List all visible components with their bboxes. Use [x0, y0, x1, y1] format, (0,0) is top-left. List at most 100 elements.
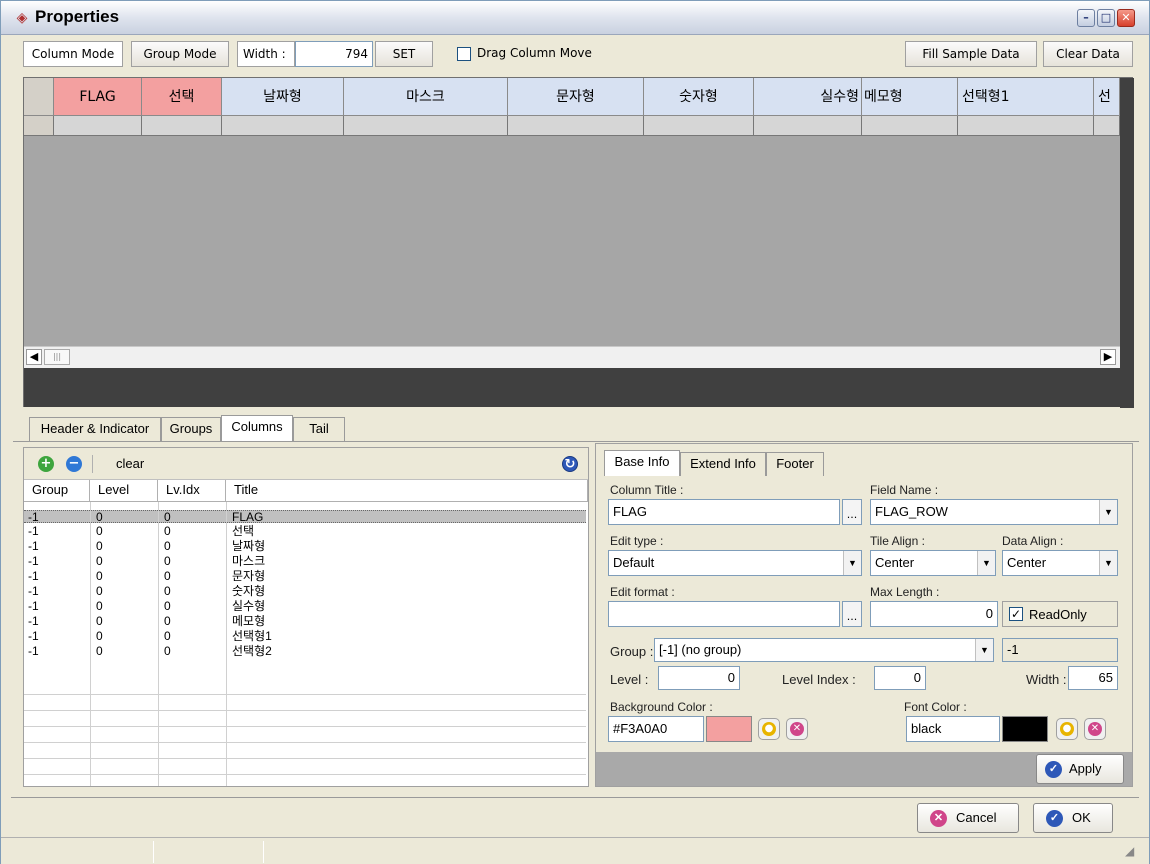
grid-header-number[interactable]: 숫자형	[644, 78, 754, 116]
grid-cell[interactable]	[344, 116, 508, 136]
refresh-icon[interactable]: ↻	[562, 456, 578, 472]
add-icon[interactable]: +	[38, 456, 54, 472]
group-mode-button[interactable]: Group Mode	[131, 41, 229, 67]
readonly-checkbox[interactable]: ✓	[1009, 607, 1023, 621]
grid-cell[interactable]	[754, 116, 862, 136]
set-button[interactable]: SET	[375, 41, 433, 67]
tab-extend-info[interactable]: Extend Info	[680, 452, 766, 476]
grid-cell[interactable]	[958, 116, 1094, 136]
col-header-group[interactable]: Group	[24, 480, 90, 502]
list-item[interactable]: -1 0 0 실수형	[24, 600, 586, 613]
background-color-pick-button[interactable]: ●	[758, 718, 780, 740]
list-item[interactable]: -1 0 0 날짜형	[24, 540, 586, 553]
cancel-button[interactable]: ✕ Cancel	[917, 803, 1019, 833]
col-header-level[interactable]: Level	[90, 480, 158, 502]
grid-cell[interactable]	[1094, 116, 1120, 136]
grid-cell[interactable]	[142, 116, 222, 136]
tab-header-indicator[interactable]: Header & Indicator	[29, 417, 161, 441]
column-mode-button[interactable]: Column Mode	[23, 41, 123, 67]
edit-format-input[interactable]	[608, 601, 840, 627]
tab-footer[interactable]: Footer	[766, 452, 824, 476]
readonly-box[interactable]: ✓ ReadOnly	[1002, 601, 1118, 627]
chevron-down-icon[interactable]: ▼	[843, 551, 861, 575]
column-title-browse-button[interactable]: ...	[842, 499, 862, 525]
background-color-clear-button[interactable]: ✕	[786, 718, 808, 740]
list-item[interactable]: -1 0 0 FLAG	[24, 510, 586, 524]
font-color-clear-button[interactable]: ✕	[1084, 718, 1106, 740]
cell-level: 0	[96, 614, 103, 628]
col-header-lvidx[interactable]: Lv.Idx	[158, 480, 226, 502]
level-input[interactable]: 0	[658, 666, 740, 690]
grid-cell[interactable]	[508, 116, 644, 136]
tab-groups[interactable]: Groups	[161, 417, 221, 441]
maximize-button[interactable]: □	[1097, 9, 1115, 27]
grid-header-string[interactable]: 문자형	[508, 78, 644, 116]
tab-tail[interactable]: Tail	[293, 417, 345, 441]
grid-header-select[interactable]: 선택	[142, 78, 222, 116]
grid-header-mask[interactable]: 마스크	[344, 78, 508, 116]
data-align-value: Center	[1007, 555, 1047, 570]
list-item[interactable]: -1 0 0 숫자형	[24, 585, 586, 598]
chevron-down-icon[interactable]: ▼	[975, 639, 993, 661]
grid-header-select2-partial[interactable]: 선	[1094, 78, 1120, 116]
drag-column-move-checkbox[interactable]	[457, 47, 471, 61]
edit-format-browse-button[interactable]: ...	[842, 601, 862, 627]
tile-align-select[interactable]: Center ▼	[870, 550, 996, 576]
background-color-input[interactable]: #F3A0A0	[608, 716, 704, 742]
ok-button[interactable]: ✓ OK	[1033, 803, 1113, 833]
cell-title: 날짜형	[232, 539, 266, 553]
fill-sample-data-button[interactable]: Fill Sample Data	[905, 41, 1037, 67]
font-color-swatch[interactable]	[1002, 716, 1048, 742]
clear-data-button[interactable]: Clear Data	[1043, 41, 1133, 67]
data-align-select[interactable]: Center ▼	[1002, 550, 1118, 576]
list-item[interactable]: -1 0 0 메모형	[24, 615, 586, 628]
scroll-right-icon[interactable]: ▶	[1100, 349, 1116, 365]
grid-header-float[interactable]: 실수형	[754, 78, 862, 116]
col-header-title[interactable]: Title	[226, 480, 588, 502]
width-input[interactable]: 794	[295, 41, 373, 67]
cell-title: 선택형2	[232, 644, 272, 658]
field-name-select[interactable]: FLAG_ROW ▼	[870, 499, 1118, 525]
list-item[interactable]: -1 0 0 문자형	[24, 570, 586, 583]
remove-icon[interactable]: −	[66, 456, 82, 472]
tab-columns[interactable]: Columns	[221, 415, 293, 441]
row-divider	[24, 742, 586, 743]
width-input[interactable]: 65	[1068, 666, 1118, 690]
list-item[interactable]: -1 0 0 선택	[24, 525, 586, 538]
list-item[interactable]: -1 0 0 선택형2	[24, 645, 586, 658]
chevron-down-icon[interactable]: ▼	[977, 551, 995, 575]
close-button[interactable]: ✕	[1117, 9, 1135, 27]
minimize-button[interactable]: –	[1077, 9, 1095, 27]
font-color-input[interactable]: black	[906, 716, 1000, 742]
edit-type-select[interactable]: Default ▼	[608, 550, 862, 576]
max-length-input[interactable]: 0	[870, 601, 998, 627]
scroll-left-icon[interactable]: ◀	[26, 349, 42, 365]
apply-label: Apply	[1069, 761, 1102, 776]
list-item[interactable]: -1 0 0 마스크	[24, 555, 586, 568]
level-index-input[interactable]: 0	[874, 666, 926, 690]
grid-row-indicator[interactable]	[24, 116, 54, 136]
font-color-pick-button[interactable]: ●	[1056, 718, 1078, 740]
grid-header-date[interactable]: 날짜형	[222, 78, 344, 116]
apply-button[interactable]: ✓ Apply	[1036, 754, 1124, 784]
grid-header-select1[interactable]: 선택형1	[958, 78, 1094, 116]
grid-cell[interactable]	[644, 116, 754, 136]
grid-header-memo[interactable]: 메모형	[862, 78, 958, 116]
grid-cell[interactable]	[862, 116, 958, 136]
resize-grip-icon[interactable]: ◢	[1125, 844, 1134, 858]
tab-base-info[interactable]: Base Info	[604, 450, 680, 476]
column-title-input[interactable]: FLAG	[608, 499, 840, 525]
group-select[interactable]: [-1] (no group) ▼	[654, 638, 994, 662]
list-item[interactable]: -1 0 0 선택형1	[24, 630, 586, 643]
chevron-down-icon[interactable]: ▼	[1099, 500, 1117, 524]
horizontal-scrollbar[interactable]: ◀ ||| ▶	[24, 346, 1120, 368]
scroll-thumb[interactable]: |||	[44, 349, 70, 365]
chevron-down-icon[interactable]: ▼	[1099, 551, 1117, 575]
clear-button[interactable]: clear	[116, 456, 144, 471]
row-divider	[24, 774, 586, 775]
grid-cell[interactable]	[54, 116, 142, 136]
grid-header-flag[interactable]: FLAG	[54, 78, 142, 116]
background-color-swatch[interactable]	[706, 716, 752, 742]
grid-cell[interactable]	[222, 116, 344, 136]
palette-icon: ●	[762, 722, 776, 736]
